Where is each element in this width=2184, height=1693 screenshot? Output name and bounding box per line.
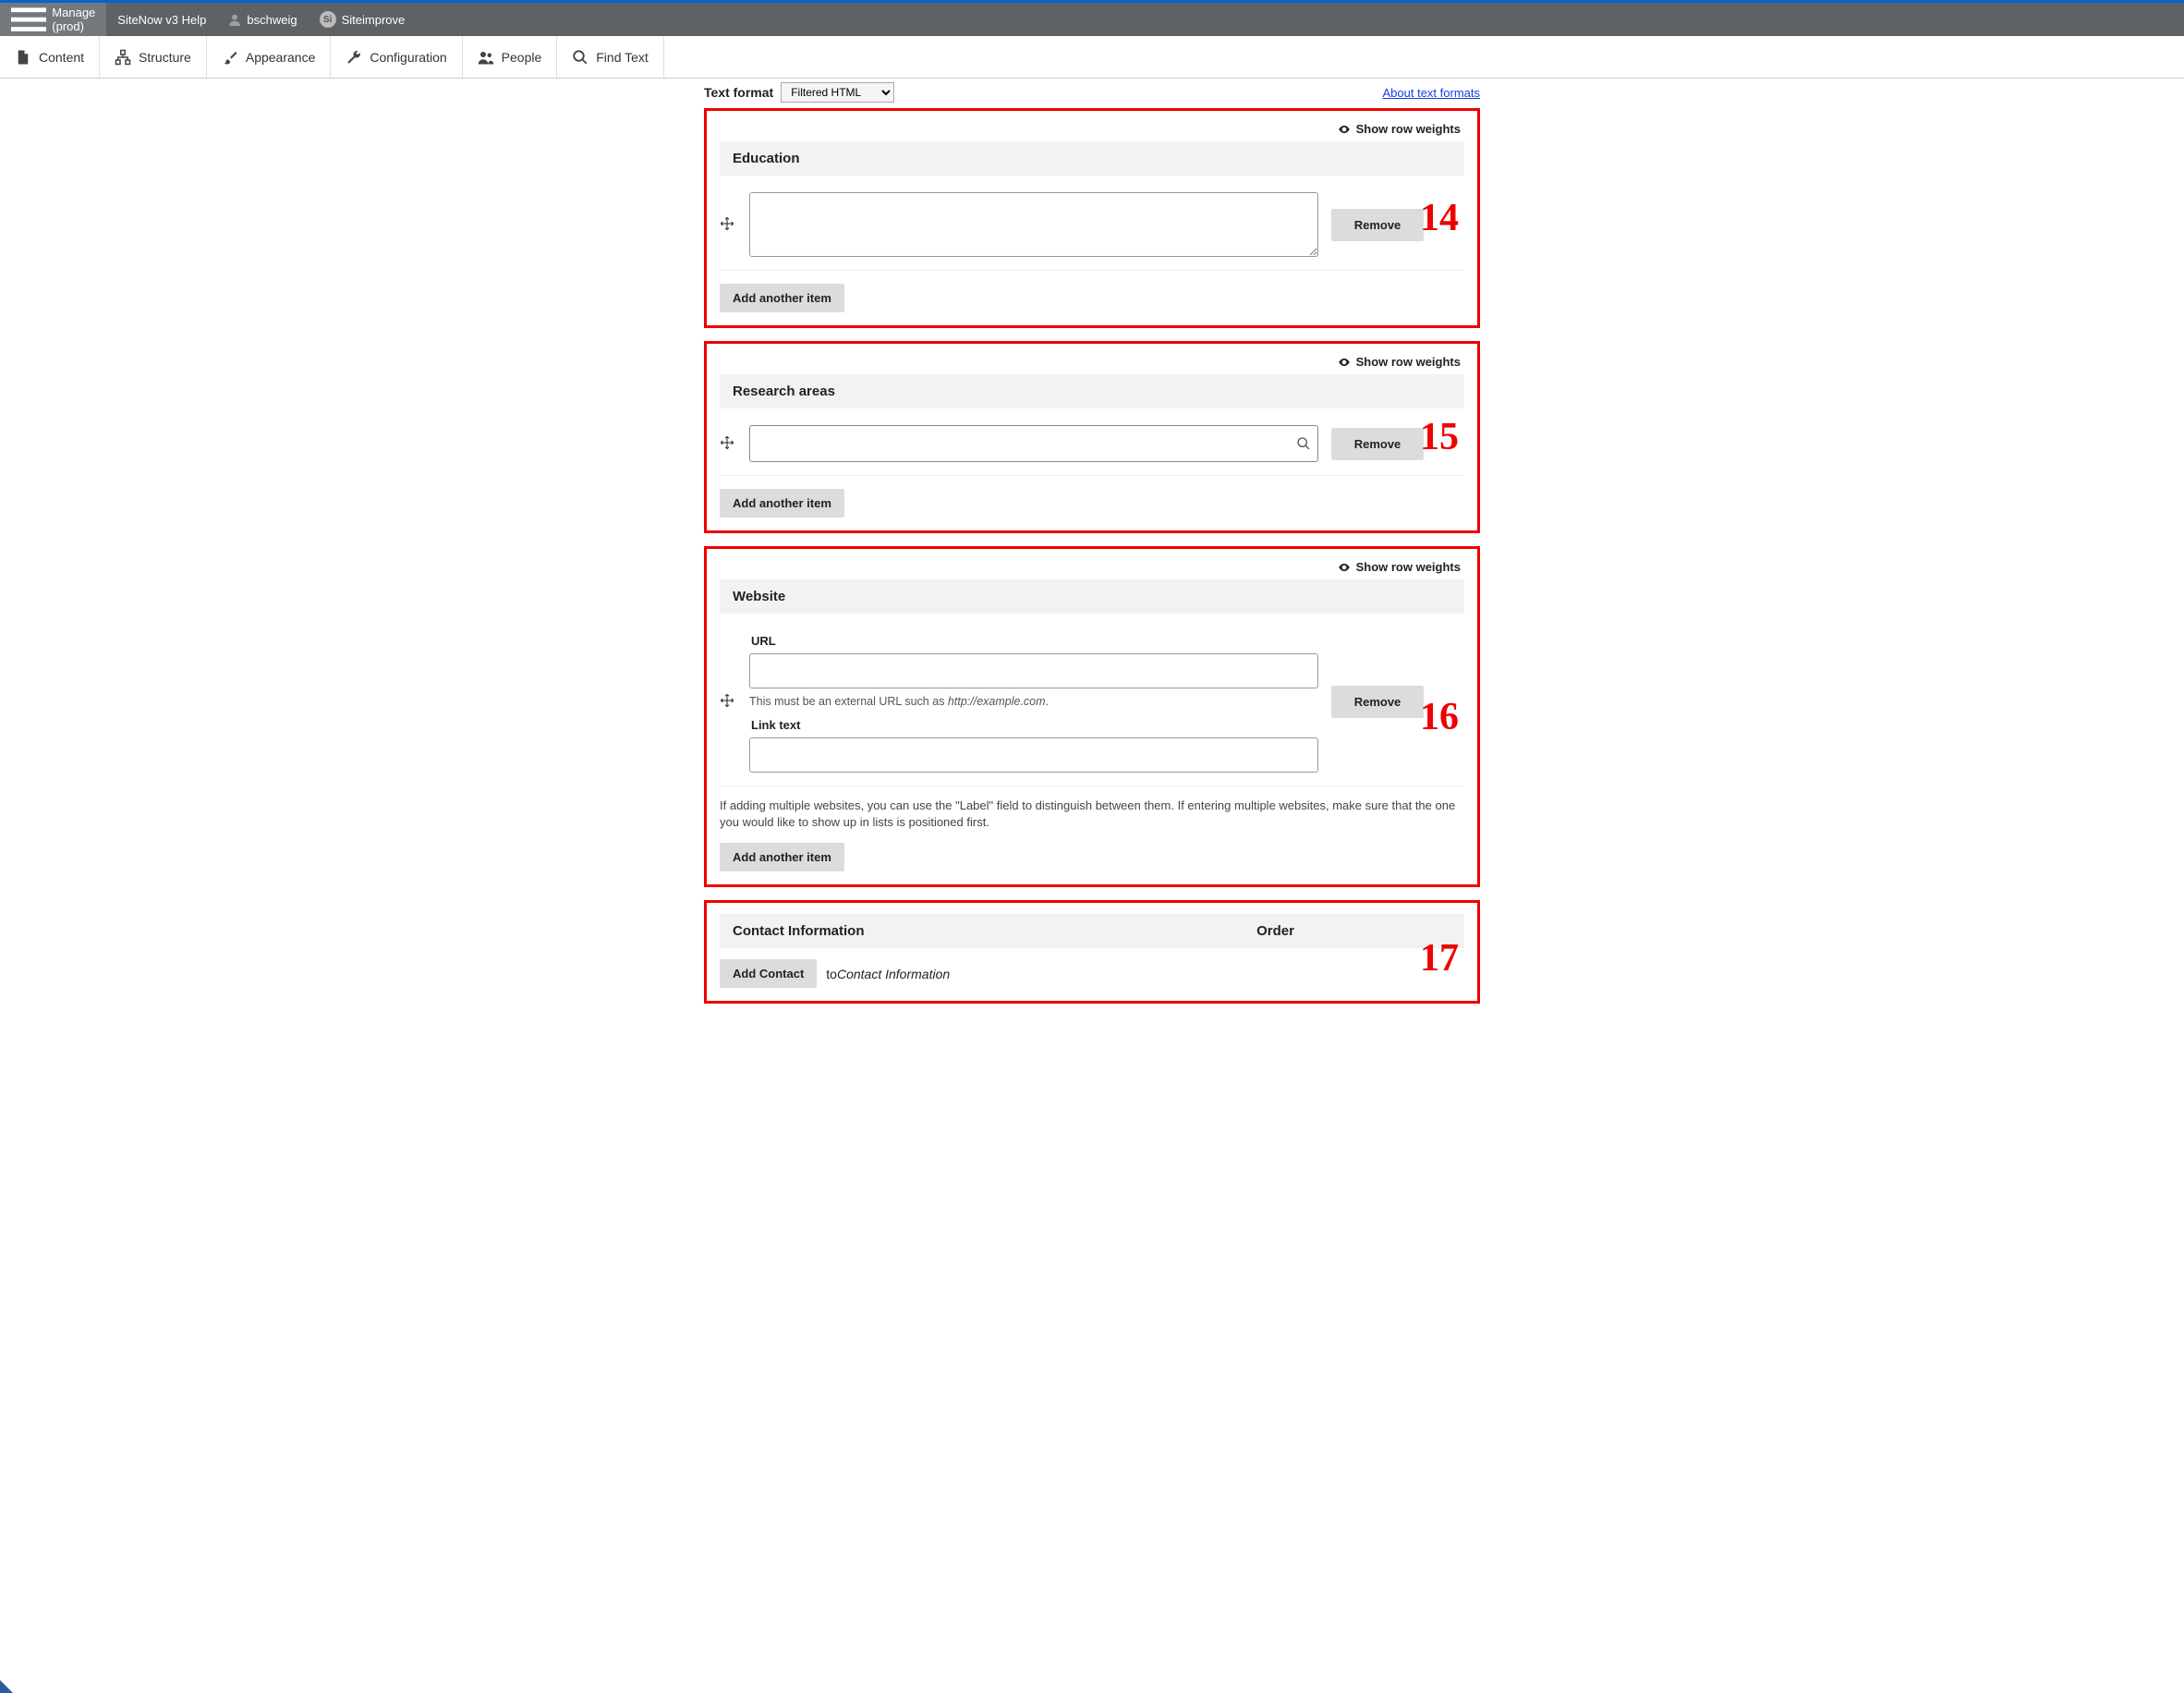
user-menu[interactable]: bschweig xyxy=(217,3,308,36)
drag-handle[interactable] xyxy=(720,435,736,453)
manage-toggle[interactable]: Manage (prod) xyxy=(0,3,106,36)
website-section-highlight: 16 Show row weights Website URL This mus… xyxy=(704,546,1480,887)
annotation-number-17: 17 xyxy=(1420,936,1459,980)
siteimprove-label: Siteimprove xyxy=(342,13,406,27)
sitenow-help-label: SiteNow v3 Help xyxy=(117,13,206,27)
menu-structure[interactable]: Structure xyxy=(100,36,207,78)
link-text-input[interactable] xyxy=(749,737,1318,773)
annotation-number-16: 16 xyxy=(1420,695,1459,739)
manage-label: Manage (prod) xyxy=(52,6,95,33)
annotation-number-14: 14 xyxy=(1420,196,1459,240)
text-format-label: Text format xyxy=(704,85,773,100)
menu-people-label: People xyxy=(502,50,542,65)
education-section-highlight: 14 Show row weights Education Remove Add… xyxy=(704,108,1480,328)
contact-header-row: Contact Information Order xyxy=(720,914,1464,948)
brush-icon xyxy=(222,49,238,66)
people-icon xyxy=(478,49,494,66)
education-header: Education xyxy=(720,141,1464,176)
structure-icon xyxy=(115,49,131,66)
about-text-formats-link[interactable]: About text formats xyxy=(1383,86,1481,100)
contact-header: Contact Information xyxy=(733,923,865,939)
menu-structure-label: Structure xyxy=(139,50,191,65)
research-autocomplete-input[interactable] xyxy=(749,425,1318,462)
menu-content-label: Content xyxy=(39,50,84,65)
show-row-weights-toggle[interactable]: Show row weights xyxy=(720,122,1464,136)
research-header: Research areas xyxy=(720,374,1464,408)
add-another-item-button[interactable]: Add another item xyxy=(720,284,844,312)
menu-configuration-label: Configuration xyxy=(370,50,446,65)
search-icon xyxy=(1296,436,1311,451)
menu-find-text-label: Find Text xyxy=(596,50,649,65)
move-icon xyxy=(720,435,734,450)
hamburger-icon xyxy=(11,2,46,37)
username-label: bschweig xyxy=(247,13,297,27)
siteimprove-link[interactable]: Si Siteimprove xyxy=(309,3,417,36)
url-label: URL xyxy=(749,632,1318,648)
eye-icon xyxy=(1338,123,1351,136)
research-row: Remove xyxy=(720,420,1464,476)
remove-button[interactable]: Remove xyxy=(1331,686,1424,718)
menu-content[interactable]: Content xyxy=(0,36,100,78)
show-row-weights-label: Show row weights xyxy=(1356,560,1461,574)
move-icon xyxy=(720,693,734,708)
text-format-select[interactable]: Filtered HTML xyxy=(781,82,894,103)
add-contact-button[interactable]: Add Contact xyxy=(720,959,817,988)
menu-appearance[interactable]: Appearance xyxy=(207,36,332,78)
menu-people[interactable]: People xyxy=(463,36,558,78)
add-another-item-button[interactable]: Add another item xyxy=(720,489,844,518)
admin-toolbar-top: Manage (prod) SiteNow v3 Help bschweig S… xyxy=(0,3,2184,36)
show-row-weights-toggle[interactable]: Show row weights xyxy=(720,355,1464,369)
contact-section-highlight: 17 Contact Information Order Add Contact… xyxy=(704,900,1480,1004)
education-textarea[interactable] xyxy=(749,192,1318,257)
drag-handle[interactable] xyxy=(720,693,736,711)
admin-toolbar-menu: Content Structure Appearance Configurati… xyxy=(0,36,2184,79)
file-icon xyxy=(15,49,31,66)
eye-icon xyxy=(1338,561,1351,574)
annotation-number-15: 15 xyxy=(1420,415,1459,459)
show-row-weights-label: Show row weights xyxy=(1356,122,1461,136)
link-text-label: Link text xyxy=(749,716,1318,732)
move-icon xyxy=(720,216,734,231)
url-help-text: This must be an external URL such as htt… xyxy=(749,694,1318,711)
eye-icon xyxy=(1338,356,1351,369)
corner-indicator-icon xyxy=(0,1680,13,1693)
website-help-text: If adding multiple websites, you can use… xyxy=(720,798,1464,833)
show-row-weights-label: Show row weights xyxy=(1356,355,1461,369)
remove-button[interactable]: Remove xyxy=(1331,428,1424,460)
wrench-icon xyxy=(346,49,362,66)
menu-find-text[interactable]: Find Text xyxy=(557,36,664,78)
user-icon xyxy=(228,13,241,26)
menu-configuration[interactable]: Configuration xyxy=(331,36,462,78)
research-section-highlight: 15 Show row weights Research areas Remov… xyxy=(704,341,1480,533)
show-row-weights-toggle[interactable]: Show row weights xyxy=(720,560,1464,574)
menu-appearance-label: Appearance xyxy=(246,50,316,65)
siteimprove-icon: Si xyxy=(320,11,336,28)
text-format-row: Text format Filtered HTML About text for… xyxy=(704,79,1480,106)
education-row: Remove xyxy=(720,187,1464,271)
add-another-item-button[interactable]: Add another item xyxy=(720,843,844,871)
remove-button[interactable]: Remove xyxy=(1331,209,1424,241)
sitenow-help-link[interactable]: SiteNow v3 Help xyxy=(106,3,217,36)
website-header: Website xyxy=(720,579,1464,614)
url-input[interactable] xyxy=(749,653,1318,688)
website-row: URL This must be an external URL such as… xyxy=(720,625,1464,786)
search-icon xyxy=(572,49,588,66)
add-contact-desc: toContact Information xyxy=(826,967,950,981)
drag-handle[interactable] xyxy=(720,216,736,234)
